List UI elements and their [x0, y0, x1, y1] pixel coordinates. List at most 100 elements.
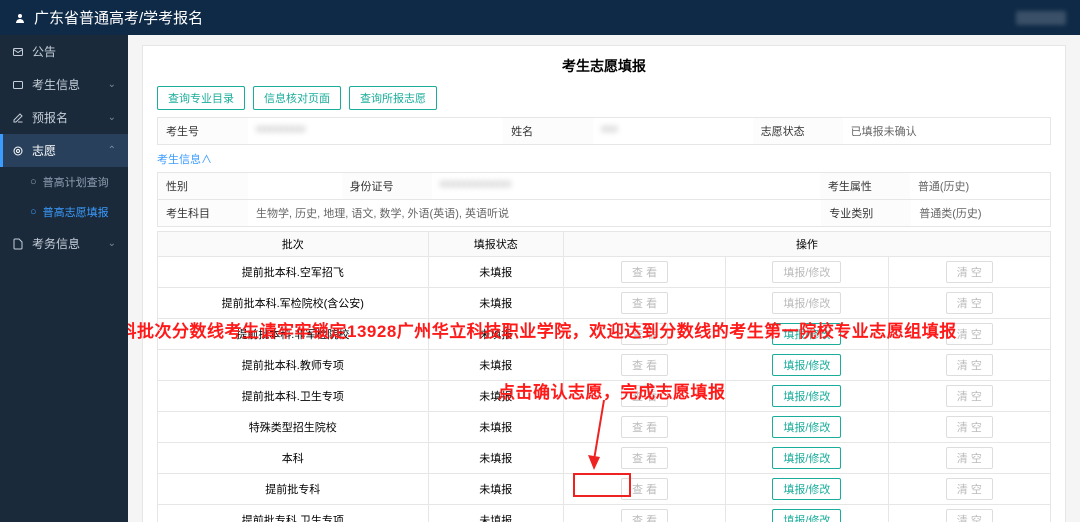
th-batch: 批次 — [158, 232, 429, 257]
table-row: 提前批本科.非军检院校未填报 查 看 填报/修改 清 空 — [158, 319, 1051, 350]
label-examno: 考生号 — [158, 118, 248, 144]
btn-edit: 填报/修改 — [772, 261, 841, 283]
table-row: 提前批专科未填报 查 看 填报/修改 清 空 — [158, 474, 1051, 505]
cell-batch: 提前批本科.卫生专项 — [158, 381, 429, 412]
btn-view: 查 看 — [621, 416, 668, 438]
sidebar-sub-label: 普高志愿填报 — [43, 204, 109, 220]
th-status: 填报状态 — [428, 232, 563, 257]
sidebar-item-label: 公告 — [32, 43, 56, 60]
cell-batch: 提前批本科.军检院校(含公安) — [158, 288, 429, 319]
doc-icon — [12, 238, 24, 250]
btn-info-check[interactable]: 信息核对页面 — [253, 86, 341, 110]
collapse-toggle[interactable]: 考生信息∧ — [157, 145, 1051, 173]
sidebar-item-label: 志愿 — [32, 142, 56, 159]
info-row-1: 考生号 xxxxxxxxx 姓名 xxx 志愿状态 已填报未确认 — [157, 117, 1051, 145]
card-icon — [12, 79, 24, 91]
btn-view: 查 看 — [621, 447, 668, 469]
mail-icon — [12, 46, 24, 58]
label-idno: 身份证号 — [342, 173, 432, 199]
btn-edit[interactable]: 填报/修改 — [772, 478, 841, 500]
info-row-2b: 考生科目 生物学, 历史, 地理, 语文, 数学, 外语(英语), 英语听说 专… — [157, 199, 1051, 227]
cell-status: 未填报 — [428, 288, 563, 319]
cell-status: 未填报 — [428, 319, 563, 350]
cell-batch: 提前批专科 — [158, 474, 429, 505]
sidebar-item-label: 考务信息 — [32, 235, 80, 252]
cell-status: 未填报 — [428, 381, 563, 412]
btn-clear: 清 空 — [946, 323, 993, 345]
sidebar-item-wish[interactable]: 志愿 ⌃ — [0, 134, 128, 167]
label-name: 姓名 — [503, 118, 593, 144]
table-row: 提前批本科.卫生专项未填报 查 看 填报/修改 清 空 — [158, 381, 1051, 412]
user-icon — [14, 12, 26, 24]
btn-view: 查 看 — [621, 292, 668, 314]
btn-view: 查 看 — [621, 261, 668, 283]
table-row: 提前批专科.卫生专项未填报 查 看 填报/修改 清 空 — [158, 505, 1051, 522]
cell-batch: 提前批本科.空军招飞 — [158, 257, 429, 288]
label-wishstatus: 志愿状态 — [753, 118, 843, 144]
btn-clear: 清 空 — [946, 354, 993, 376]
value-wishstatus: 已填报未确认 — [843, 118, 1050, 144]
sidebar-sub-plan[interactable]: ○ 普高计划查询 — [0, 167, 128, 197]
btn-query-wish[interactable]: 查询所报志愿 — [349, 86, 437, 110]
label-subj: 考生科目 — [158, 200, 248, 226]
chevron-down-icon: ⌄ — [108, 79, 116, 90]
label-sex: 性别 — [158, 173, 248, 199]
sidebar-item-notice[interactable]: 公告 — [0, 35, 128, 68]
value-examno: xxxxxxxxx — [248, 118, 503, 144]
table-row: 特殊类型招生院校未填报 查 看 填报/修改 清 空 — [158, 412, 1051, 443]
btn-view: 查 看 — [621, 385, 668, 407]
btn-edit[interactable]: 填报/修改 — [772, 354, 841, 376]
cell-status: 未填报 — [428, 412, 563, 443]
sidebar-item-student[interactable]: 考生信息 ⌄ — [0, 68, 128, 101]
btn-clear: 清 空 — [946, 478, 993, 500]
label-cat: 专业类别 — [821, 200, 911, 226]
btn-edit[interactable]: 填报/修改 — [772, 509, 841, 522]
value-subj: 生物学, 历史, 地理, 语文, 数学, 外语(英语), 英语听说 — [248, 200, 821, 226]
btn-clear: 清 空 — [946, 416, 993, 438]
chevron-down-icon: ⌄ — [108, 238, 116, 249]
cell-status: 未填报 — [428, 505, 563, 522]
sidebar-item-exam[interactable]: 考务信息 ⌄ — [0, 227, 128, 260]
btn-edit: 填报/修改 — [772, 292, 841, 314]
sidebar-item-prereg[interactable]: 预报名 ⌄ — [0, 101, 128, 134]
btn-clear: 清 空 — [946, 509, 993, 522]
cell-status: 未填报 — [428, 350, 563, 381]
btn-edit[interactable]: 填报/修改 — [772, 447, 841, 469]
btn-query-major[interactable]: 查询专业目录 — [157, 86, 245, 110]
btn-clear: 清 空 — [946, 292, 993, 314]
cell-batch: 特殊类型招生院校 — [158, 412, 429, 443]
chevron-up-icon: ⌃ — [108, 145, 116, 156]
value-cat: 普通类(历史) — [911, 200, 1050, 226]
info-row-2a: 性别 身份证号 xxxxxxxxxxxxx 考生属性 普通(历史) — [157, 172, 1051, 200]
sidebar-sub-fill[interactable]: ○ 普高志愿填报 — [0, 197, 128, 227]
cell-batch: 提前批专科.卫生专项 — [158, 505, 429, 522]
cell-status: 未填报 — [428, 474, 563, 505]
value-attr: 普通(历史) — [910, 173, 1050, 199]
btn-view: 查 看 — [621, 509, 668, 522]
table-row: 提前批本科.空军招飞未填报 查 看 填报/修改 清 空 — [158, 257, 1051, 288]
cell-status: 未填报 — [428, 443, 563, 474]
btn-clear: 清 空 — [946, 385, 993, 407]
btn-edit[interactable]: 填报/修改 — [772, 323, 841, 345]
table-row: 提前批本科.军检院校(含公安)未填报 查 看 填报/修改 清 空 — [158, 288, 1051, 319]
sidebar: 公告 考生信息 ⌄ 预报名 ⌄ 志愿 ⌃ ○ 普高计划查询 ○ 普高志愿填报 考… — [0, 35, 128, 522]
value-sex — [248, 173, 342, 199]
th-action: 操作 — [563, 232, 1050, 257]
cell-batch: 提前批本科.非军检院校 — [158, 319, 429, 350]
circle-icon: ○ — [30, 206, 37, 218]
circle-icon: ○ — [30, 176, 37, 188]
batch-table: 批次 填报状态 操作 提前批本科.空军招飞未填报查 看填报/修改清 空提前批本科… — [157, 231, 1051, 522]
btn-view: 查 看 — [621, 478, 668, 500]
target-icon — [12, 145, 24, 157]
sidebar-item-label: 预报名 — [32, 109, 68, 126]
topbar: 广东省普通高考/学考报名 — [0, 0, 1080, 35]
btn-edit[interactable]: 填报/修改 — [772, 416, 841, 438]
user-badge[interactable] — [1016, 11, 1066, 25]
btn-view: 查 看 — [621, 323, 668, 345]
btn-edit[interactable]: 填报/修改 — [772, 385, 841, 407]
cell-status: 未填报 — [428, 257, 563, 288]
sidebar-item-label: 考生信息 — [32, 76, 80, 93]
btn-clear: 清 空 — [946, 261, 993, 283]
value-name: xxx — [593, 118, 753, 144]
chevron-down-icon: ⌄ — [108, 112, 116, 123]
